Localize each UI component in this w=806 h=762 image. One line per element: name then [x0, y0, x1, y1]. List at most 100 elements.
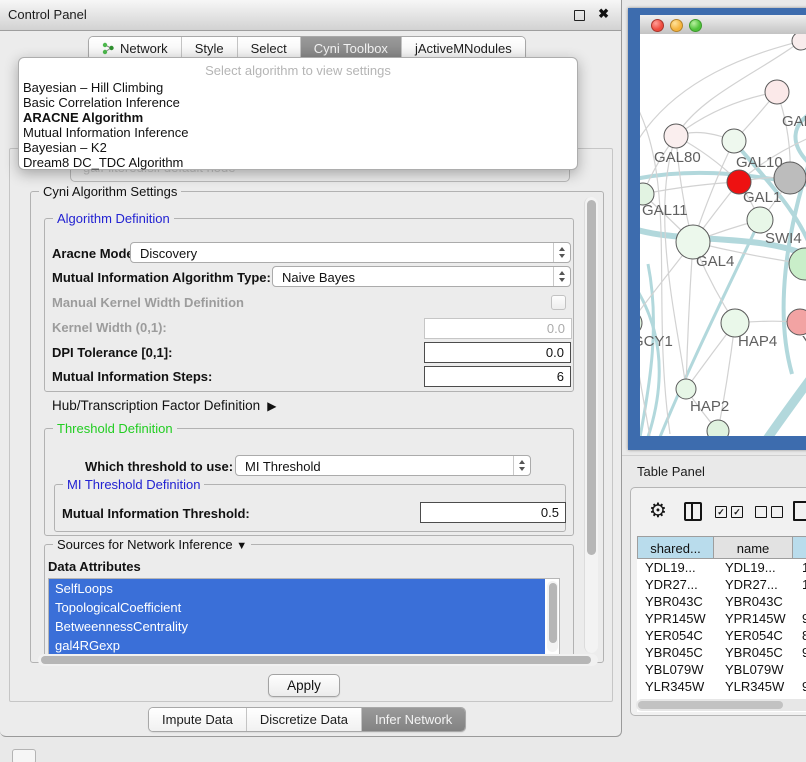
network-edge: [676, 92, 777, 136]
table-cell: YBL079W: [713, 661, 792, 678]
tab-impute-data[interactable]: Impute Data: [149, 708, 247, 731]
network-window-titlebar[interactable]: [640, 15, 806, 35]
network-node-gcy1[interactable]: [640, 311, 642, 335]
attribute-item[interactable]: TopologicalCoefficient: [49, 598, 545, 617]
node-label: GCY1: [640, 333, 673, 350]
table-row[interactable]: YBR043CYBR043C: [637, 593, 806, 610]
which-threshold-label: Which threshold to use:: [85, 459, 233, 474]
column-header-shared-name[interactable]: shared...: [637, 536, 713, 559]
network-node[interactable]: [792, 34, 806, 50]
data-attributes-list: SelfLoopsTopologicalCoefficientBetweenne…: [48, 578, 560, 656]
table-cell: YDL19...: [637, 559, 713, 576]
table-cell: 13: [792, 559, 806, 576]
bottom-tab-bar: Impute Data Discretize Data Infer Networ…: [148, 707, 466, 732]
algorithm-item[interactable]: Dream8 DC_TDC Algorithm: [19, 155, 577, 170]
attribute-item[interactable]: BetweennessCentrality: [49, 617, 545, 636]
gear-icon[interactable]: ⚙: [649, 500, 667, 522]
unchecked-checkbox-icon[interactable]: [755, 506, 767, 518]
node-label: GAL4: [696, 253, 734, 270]
expand-right-icon: ▶: [264, 399, 277, 413]
algorithm-item[interactable]: ARACNE Algorithm: [19, 110, 577, 125]
table-cell: [792, 593, 806, 610]
attribute-item[interactable]: gal4RGexp: [49, 636, 545, 655]
network-node-gal80[interactable]: [664, 124, 688, 148]
stepper-arrows-icon: [553, 267, 570, 286]
columns-icon[interactable]: [684, 502, 702, 521]
aracne-mode-label: Aracne Mode:: [52, 246, 138, 261]
algorithm-item[interactable]: Mutual Information Inference: [19, 125, 577, 140]
tab-infer-network[interactable]: Infer Network: [362, 708, 465, 731]
which-threshold-combo[interactable]: MI Threshold: [235, 455, 531, 476]
network-node[interactable]: [789, 248, 806, 280]
table-row[interactable]: YER054CYER054C8.: [637, 627, 806, 644]
zoom-traffic-light-icon[interactable]: [689, 19, 702, 32]
table-cell: YDR27...: [637, 576, 713, 593]
table-cell: YER054C: [713, 627, 792, 644]
table-cell: 8.: [792, 627, 806, 644]
node-label: HAP2: [690, 398, 729, 415]
table-cell: [792, 661, 806, 678]
mi-threshold-label: Mutual Information Threshold:: [62, 506, 250, 521]
table-panel-header: Table Panel: [622, 455, 806, 484]
table-cell: YLR345W: [637, 678, 713, 695]
collapse-down-icon: ▼: [236, 540, 247, 552]
checked-checkbox-icon[interactable]: ✓: [731, 506, 743, 518]
node-label: GAL1: [743, 189, 781, 206]
close-icon[interactable]: ✖: [598, 6, 609, 22]
data-attributes-label: Data Attributes: [48, 559, 141, 574]
attribute-item[interactable]: SelfLoops: [49, 579, 545, 598]
table-row[interactable]: YBR045CYBR045C9.: [637, 644, 806, 661]
network-icon: [102, 42, 115, 55]
settings-horizontal-scrollbar[interactable]: [38, 654, 598, 666]
tab-discretize-data[interactable]: Discretize Data: [247, 708, 362, 731]
table-row[interactable]: YDL19...YDL19...13: [637, 559, 806, 576]
table-cell: 9.: [792, 678, 806, 695]
attributes-scrollbar[interactable]: [547, 581, 558, 652]
node-table: shared... name YDL19...YDL19...13YDR27..…: [637, 536, 806, 712]
dpi-tolerance-input[interactable]: 0.0: [424, 342, 571, 363]
checked-checkbox-icon[interactable]: ✓: [715, 506, 727, 518]
algorithm-dropdown-popup: Select algorithm to view settings Bayesi…: [18, 57, 578, 170]
control-panel-title: Control Panel: [8, 7, 87, 22]
network-node-hap2[interactable]: [676, 379, 696, 399]
kernel-width-input[interactable]: 0.0: [424, 318, 572, 339]
table-cell: 12: [792, 576, 806, 593]
table-horizontal-scrollbar[interactable]: [636, 699, 806, 711]
algorithm-item[interactable]: Bayesian – K2: [19, 140, 577, 155]
aracne-mode-combo[interactable]: Discovery: [130, 242, 571, 263]
table-row[interactable]: YPR145WYPR145W9.: [637, 610, 806, 627]
dpi-tolerance-label: DPI Tolerance [0,1]:: [52, 345, 172, 360]
table-row[interactable]: YLR345WYLR345W9.: [637, 678, 806, 695]
table-cell: YLR345W: [713, 678, 792, 695]
manual-kernel-checkbox[interactable]: [551, 295, 566, 310]
table-cell: YER054C: [637, 627, 713, 644]
apply-button[interactable]: Apply: [268, 674, 340, 697]
unchecked-checkbox-icon[interactable]: [771, 506, 783, 518]
minimize-traffic-light-icon[interactable]: [670, 19, 683, 32]
mi-type-combo[interactable]: Naive Bayes: [272, 266, 571, 287]
column-header-name[interactable]: name: [713, 536, 792, 559]
hub-definition-expander[interactable]: Hub/Transcription Factor Definition ▶: [52, 398, 276, 413]
column-header[interactable]: [792, 536, 806, 559]
table-row[interactable]: YBL079WYBL079W: [637, 661, 806, 678]
control-panel-titlebar[interactable]: Control Panel ✖: [0, 0, 621, 31]
table-cell: YDL19...: [713, 559, 792, 576]
float-window-icon[interactable]: [574, 10, 585, 21]
mi-steps-input[interactable]: 6: [424, 366, 571, 387]
algorithm-item[interactable]: Basic Correlation Inference: [19, 95, 577, 110]
table-cell: YPR145W: [713, 610, 792, 627]
algorithm-item[interactable]: Bayesian – Hill Climbing: [19, 80, 577, 95]
network-node-gal[interactable]: [765, 80, 789, 104]
close-traffic-light-icon[interactable]: [651, 19, 664, 32]
settings-vertical-scrollbar[interactable]: [584, 197, 598, 653]
mi-threshold-input[interactable]: 0.5: [420, 502, 566, 523]
minimized-panel-icon[interactable]: [12, 749, 36, 762]
network-node-y[interactable]: [787, 309, 806, 335]
document-icon[interactable]: [793, 501, 806, 521]
table-body: YDL19...YDL19...13YDR27...YDR27...12YBR0…: [637, 559, 806, 712]
node-label: Y: [802, 333, 806, 350]
table-row[interactable]: YDR27...YDR27...12: [637, 576, 806, 593]
network-node-gal10[interactable]: [722, 129, 746, 153]
node-label: GAL11: [642, 202, 688, 219]
network-canvas[interactable]: GALGAL80GAL10GAL1GAL11SWI4GAL4GCY1HAP4YH…: [640, 34, 806, 436]
